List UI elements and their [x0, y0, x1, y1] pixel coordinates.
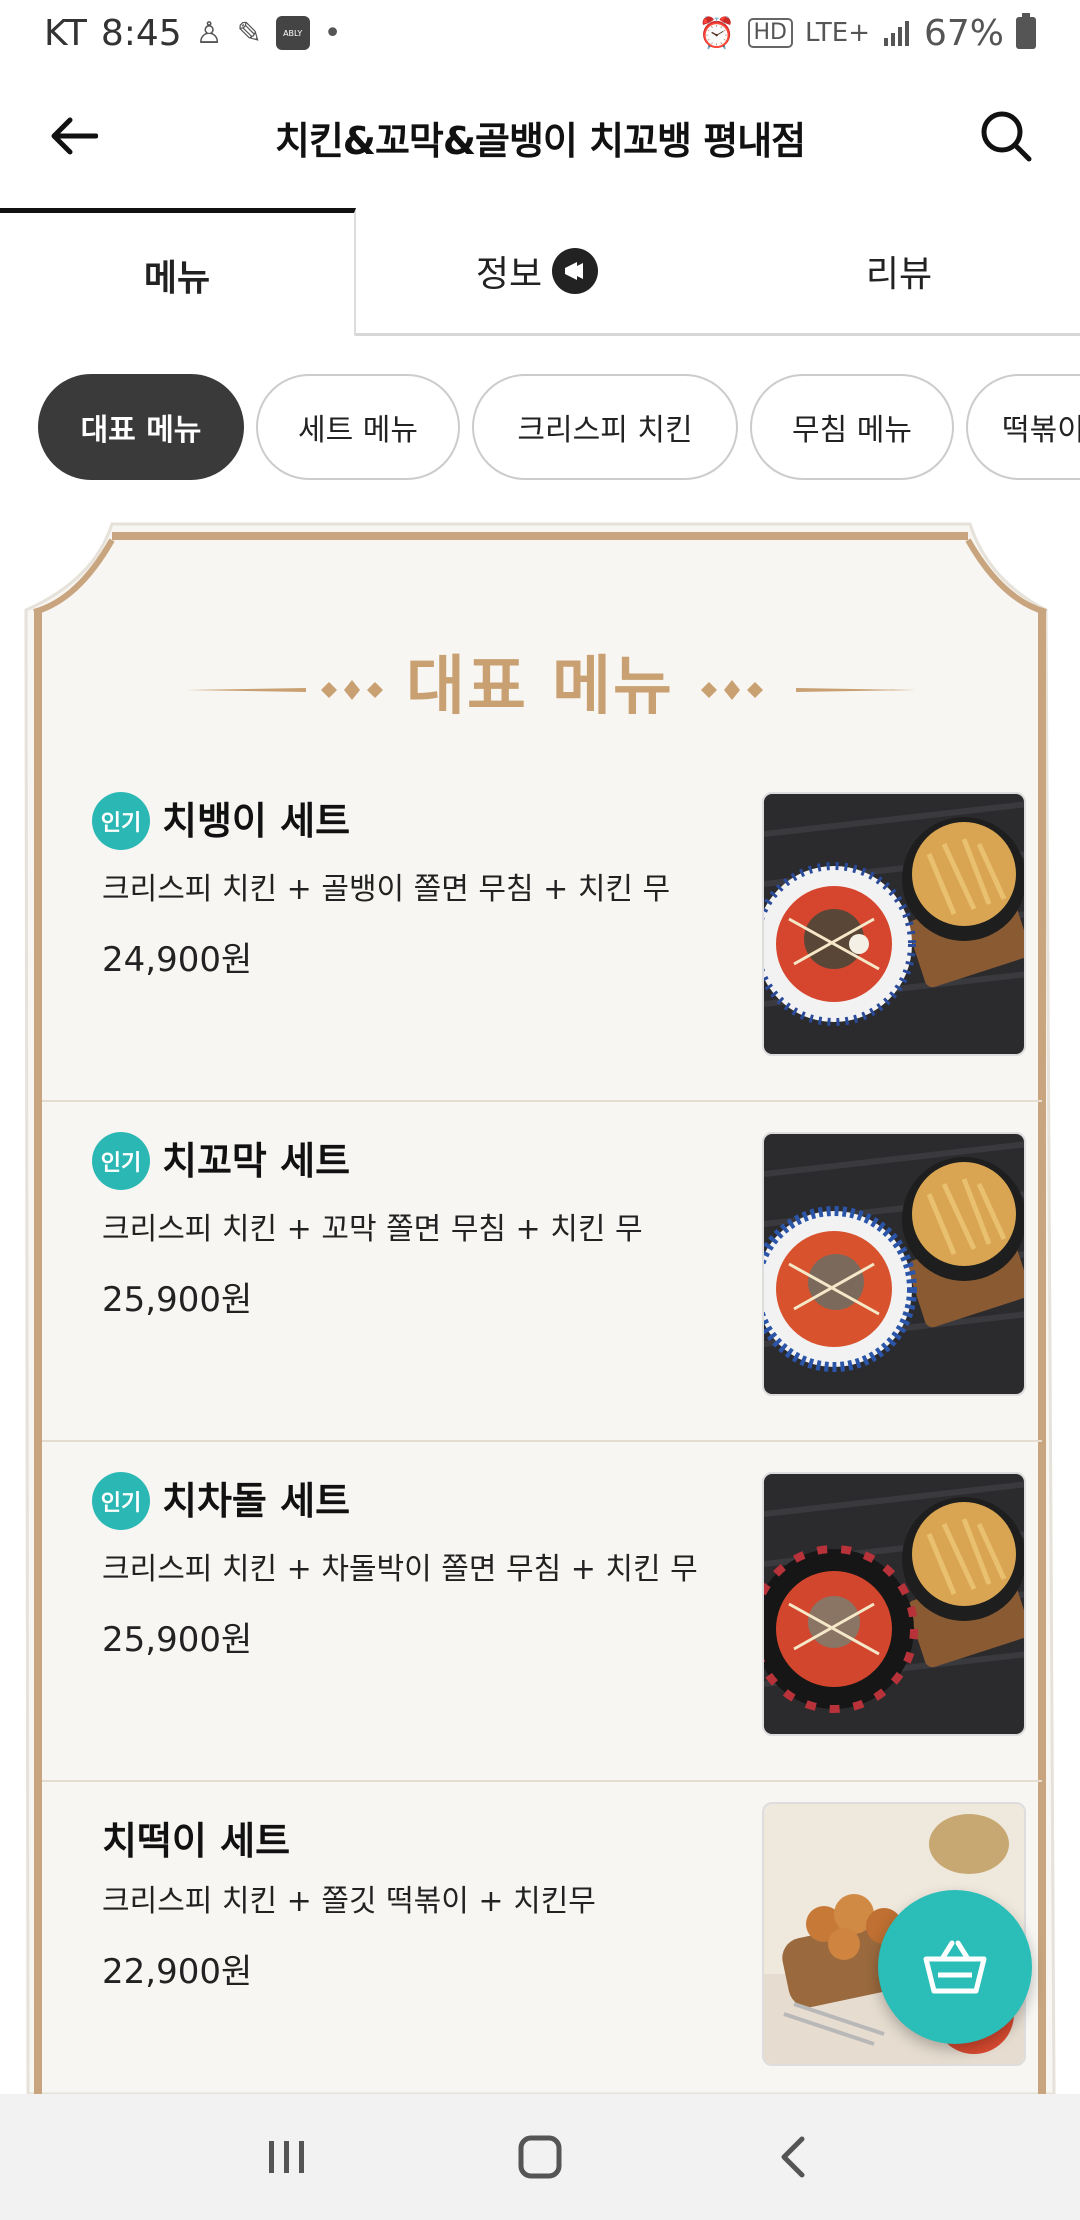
- tab-review-label: 리뷰: [865, 253, 933, 295]
- signal-icon: [883, 21, 909, 46]
- app-header: 치킨&꼬막&골뱅이 치꼬뱅 평내점: [0, 66, 1080, 208]
- clock: 8:45: [100, 12, 182, 54]
- system-nav-bar: [0, 2094, 1080, 2220]
- status-left: KT 8:45 ♙ ✎ ABLY •: [44, 13, 341, 54]
- category-chips: 대표 메뉴 세트 메뉴 크리스피 치킨 무침 메뉴 떡볶이: [38, 374, 1080, 480]
- menu-item-photo: [762, 1132, 1026, 1396]
- tab-review[interactable]: 리뷰: [718, 208, 1080, 336]
- ably-app-icon: ABLY: [275, 16, 310, 50]
- home-button[interactable]: [500, 2117, 580, 2197]
- menu-item-description: 크리스피 치킨 + 골뱅이 쫄면 무침 + 치킨 무: [102, 872, 671, 907]
- chip-crispy-chicken[interactable]: 크리스피 치킨: [472, 374, 738, 480]
- basket-icon: [923, 1940, 987, 1994]
- search-button[interactable]: [976, 106, 1036, 166]
- chip-set-menu[interactable]: 세트 메뉴: [256, 374, 460, 480]
- notification-person-icon: ♙: [195, 15, 223, 51]
- menu-item-price: 25,900원: [102, 1280, 253, 1320]
- megaphone-icon: [552, 247, 599, 294]
- menu-item-name: 치꼬막 세트: [162, 1139, 351, 1183]
- recent-apps-button[interactable]: [247, 2117, 327, 2197]
- tab-info-label: 정보: [475, 253, 543, 295]
- menu-item[interactable]: 인기 치뱅이 세트 크리스피 치킨 + 골뱅이 쫄면 무침 + 치킨 무 24,…: [42, 762, 1042, 1102]
- menu-item[interactable]: 인기 치차돌 세트 크리스피 치킨 + 차돌박이 쫄면 무침 + 치킨 무 25…: [42, 1442, 1042, 1782]
- popular-badge: 인기: [92, 792, 150, 850]
- status-right: ⏰ HD LTE+ 67%: [698, 13, 1036, 54]
- menu-item-price: 24,900원: [102, 940, 253, 980]
- recent-apps-icon: [268, 2141, 304, 2173]
- popular-badge: 인기: [92, 1472, 150, 1530]
- tab-menu-label: 메뉴: [143, 257, 211, 299]
- menu-board: 대표 메뉴 인기 치뱅이 세트 크리스피 치킨 + 골뱅이 쫄면 무침 + 치킨…: [18, 520, 1062, 2094]
- tab-bar: 메뉴 정보 리뷰: [0, 208, 1080, 336]
- chip-tteokbokki[interactable]: 떡볶이: [966, 374, 1080, 480]
- search-icon: [981, 111, 1032, 162]
- menu-item-price: 25,900원: [102, 1620, 253, 1660]
- network-type: LTE+: [804, 18, 870, 48]
- menu-item-name: 치뱅이 세트: [162, 799, 351, 843]
- page-title: 치킨&꼬막&골뱅이 치꼬뱅 평내점: [274, 118, 806, 163]
- notification-dot: •: [323, 15, 342, 51]
- tab-menu[interactable]: 메뉴: [0, 208, 356, 336]
- back-button[interactable]: [44, 106, 104, 166]
- notification-sneaker-icon: ✎: [236, 15, 262, 51]
- battery-percent: 67%: [923, 12, 1004, 54]
- system-back-button[interactable]: [753, 2117, 833, 2197]
- menu-item[interactable]: 인기 치꼬막 세트 크리스피 치킨 + 꼬막 쫄면 무침 + 치킨 무 25,9…: [42, 1102, 1042, 1442]
- alarm-icon: ⏰: [698, 15, 736, 51]
- hd-voice-badge: HD: [747, 18, 793, 48]
- menu-item-photo: [762, 1472, 1026, 1736]
- arrow-left-icon: [51, 117, 98, 155]
- ably-badge-label: ABLY: [283, 28, 303, 38]
- status-bar: KT 8:45 ♙ ✎ ABLY • ⏰ HD LTE+ 67%: [0, 0, 1080, 66]
- chevron-left-icon: [781, 2136, 805, 2178]
- popular-badge: 인기: [92, 1132, 150, 1190]
- menu-item-description: 크리스피 치킨 + 차돌박이 쫄면 무침 + 치킨 무: [102, 1552, 698, 1587]
- tab-info[interactable]: 정보: [356, 208, 718, 336]
- menu-item-description: 크리스피 치킨 + 꼬막 쫄면 무침 + 치킨 무: [102, 1212, 643, 1247]
- title-deco-right: [701, 680, 916, 700]
- menu-item-name: 치차돌 세트: [162, 1479, 351, 1523]
- battery-icon: [1016, 13, 1036, 49]
- carrier-label: KT: [44, 12, 87, 54]
- cart-button[interactable]: [878, 1890, 1032, 2044]
- chip-signature-menu[interactable]: 대표 메뉴: [38, 374, 244, 480]
- menu-item-name: 치떡이 세트: [102, 1819, 291, 1863]
- chip-muchim-menu[interactable]: 무침 메뉴: [750, 374, 954, 480]
- menu-item-description: 크리스피 치킨 + 쫄깃 떡볶이 + 치킨무: [102, 1884, 596, 1919]
- menu-item-price: 22,900원: [102, 1952, 253, 1992]
- menu-item-photo: [762, 792, 1026, 1056]
- home-icon: [518, 2135, 562, 2179]
